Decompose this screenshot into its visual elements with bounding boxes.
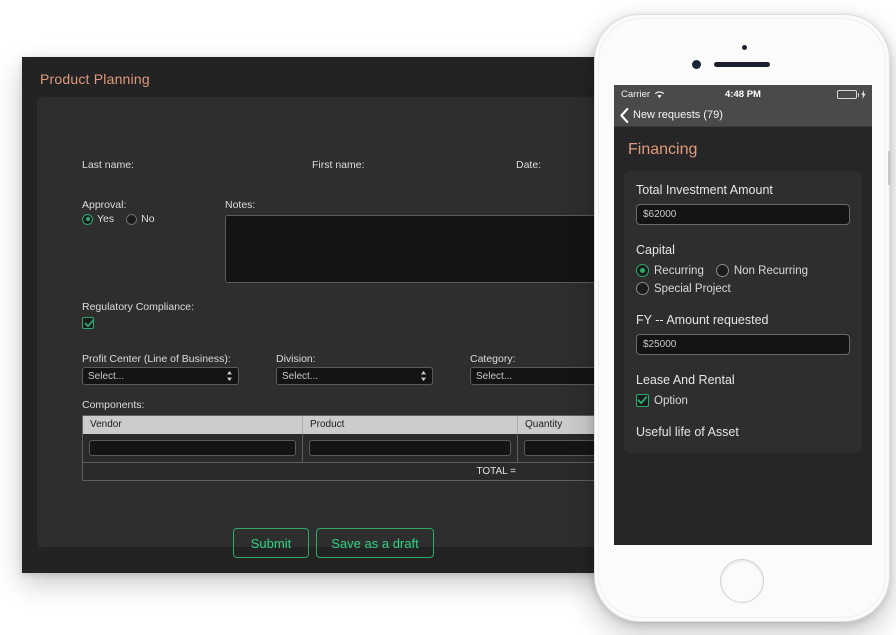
notes-label: Notes: (225, 199, 256, 211)
total-label: TOTAL = (476, 466, 516, 477)
approval-radio-no[interactable]: No (126, 213, 155, 225)
table-header-row: Vendor Product Quantity (83, 416, 668, 434)
status-bar: Carrier 4:48 PM (614, 85, 872, 104)
radio-selected-icon (82, 213, 93, 225)
first-name-label: First name: (312, 159, 365, 171)
battery-icon (836, 90, 857, 99)
lease-option-checkbox[interactable] (636, 394, 649, 407)
table-total-row: TOTAL = (83, 463, 668, 480)
approval-radio-yes-label: Yes (97, 213, 115, 225)
last-name-label: Last name: (82, 159, 134, 171)
lease-and-rental-label: Lease And Rental (636, 373, 735, 387)
division-select-value: Select... (282, 370, 319, 382)
capital-option-special-project-label: Special Project (654, 282, 731, 295)
date-label: Date: (516, 159, 542, 171)
radio-selected-icon[interactable] (636, 264, 649, 277)
column-header-vendor: Vendor (83, 416, 303, 434)
screenshot-stage: Product Planning Last name: First name: … (0, 0, 896, 635)
product-planning-window: Product Planning Last name: First name: … (22, 57, 684, 573)
fy-amount-requested-input[interactable]: $25000 (636, 334, 850, 355)
financing-title: Financing (628, 141, 698, 158)
profit-center-label: Profit Center (Line of Business): (82, 353, 231, 365)
capital-radio-group-row2[interactable]: Special Project (636, 282, 850, 295)
product-input[interactable] (309, 440, 511, 456)
financing-card: Total Investment Amount $62000 Capital R… (624, 171, 862, 453)
table-row (83, 434, 668, 463)
form-panel: Last name: First name: Date: Approval: Y… (37, 97, 669, 547)
approval-label: Approval: (82, 199, 127, 211)
column-header-product: Product (303, 416, 518, 434)
save-as-draft-button[interactable]: Save as a draft (316, 528, 434, 558)
total-investment-amount-input[interactable]: $62000 (636, 204, 850, 225)
phone-screen: Carrier 4:48 PM New requests (79) Financ… (614, 85, 872, 545)
category-select-value: Select... (476, 370, 513, 382)
division-label: Division: (276, 353, 316, 365)
capital-radio-group-row1[interactable]: Recurring Non Recurring (636, 264, 850, 277)
radio-unselected-icon (126, 213, 138, 225)
cell-vendor (83, 434, 303, 462)
select-arrows-icon (420, 370, 427, 382)
check-icon (637, 395, 647, 404)
division-select[interactable]: Select... (276, 367, 433, 385)
approval-radio-no-label: No (141, 213, 155, 225)
useful-life-of-asset-label: Useful life of Asset (636, 425, 739, 439)
regulatory-compliance-label: Regulatory Compliance: (82, 301, 195, 313)
back-chevron-icon[interactable] (620, 107, 629, 123)
capital-label: Capital (636, 243, 675, 257)
page-title: Product Planning (40, 71, 150, 87)
select-arrows-icon (226, 370, 233, 382)
capital-option-non-recurring-label: Non Recurring (733, 264, 809, 277)
power-button[interactable] (888, 151, 891, 185)
fy-amount-requested-label: FY -- Amount requested (636, 313, 769, 327)
nav-bar-title: New requests (79) (633, 109, 723, 121)
submit-button[interactable]: Submit (233, 528, 309, 558)
status-bar-right (836, 90, 867, 99)
components-table: Vendor Product Quantity TOTAL = (82, 415, 669, 481)
components-label: Components: (82, 399, 145, 411)
approval-radio-group[interactable]: Yes No (82, 213, 167, 225)
charging-bolt-icon (861, 90, 866, 99)
home-button[interactable] (720, 559, 764, 603)
cell-product (303, 434, 518, 462)
category-label: Category: (470, 353, 516, 365)
check-icon (84, 319, 95, 328)
front-camera-icon (692, 60, 701, 69)
financing-screen: Financing Total Investment Amount $62000… (614, 127, 872, 545)
profit-center-select[interactable]: Select... (82, 367, 239, 385)
lease-option-label: Option (654, 394, 688, 407)
capital-option-recurring-label: Recurring (654, 264, 704, 277)
radio-unselected-icon[interactable] (636, 282, 649, 295)
battery-cap-icon (857, 92, 859, 97)
lease-option-row[interactable]: Option (636, 394, 850, 407)
status-bar-time: 4:48 PM (725, 89, 761, 100)
profit-center-select-value: Select... (88, 370, 125, 382)
radio-unselected-icon[interactable] (715, 264, 729, 277)
vendor-input[interactable] (89, 440, 296, 456)
total-investment-amount-label: Total Investment Amount (636, 183, 773, 197)
proximity-sensor-icon (742, 45, 747, 50)
iphone-mockup: Carrier 4:48 PM New requests (79) Financ… (594, 14, 891, 622)
approval-radio-yes[interactable]: Yes (82, 213, 114, 225)
earpiece-speaker (714, 62, 770, 67)
regulatory-compliance-checkbox[interactable] (82, 317, 95, 329)
nav-bar: New requests (79) (614, 104, 872, 127)
